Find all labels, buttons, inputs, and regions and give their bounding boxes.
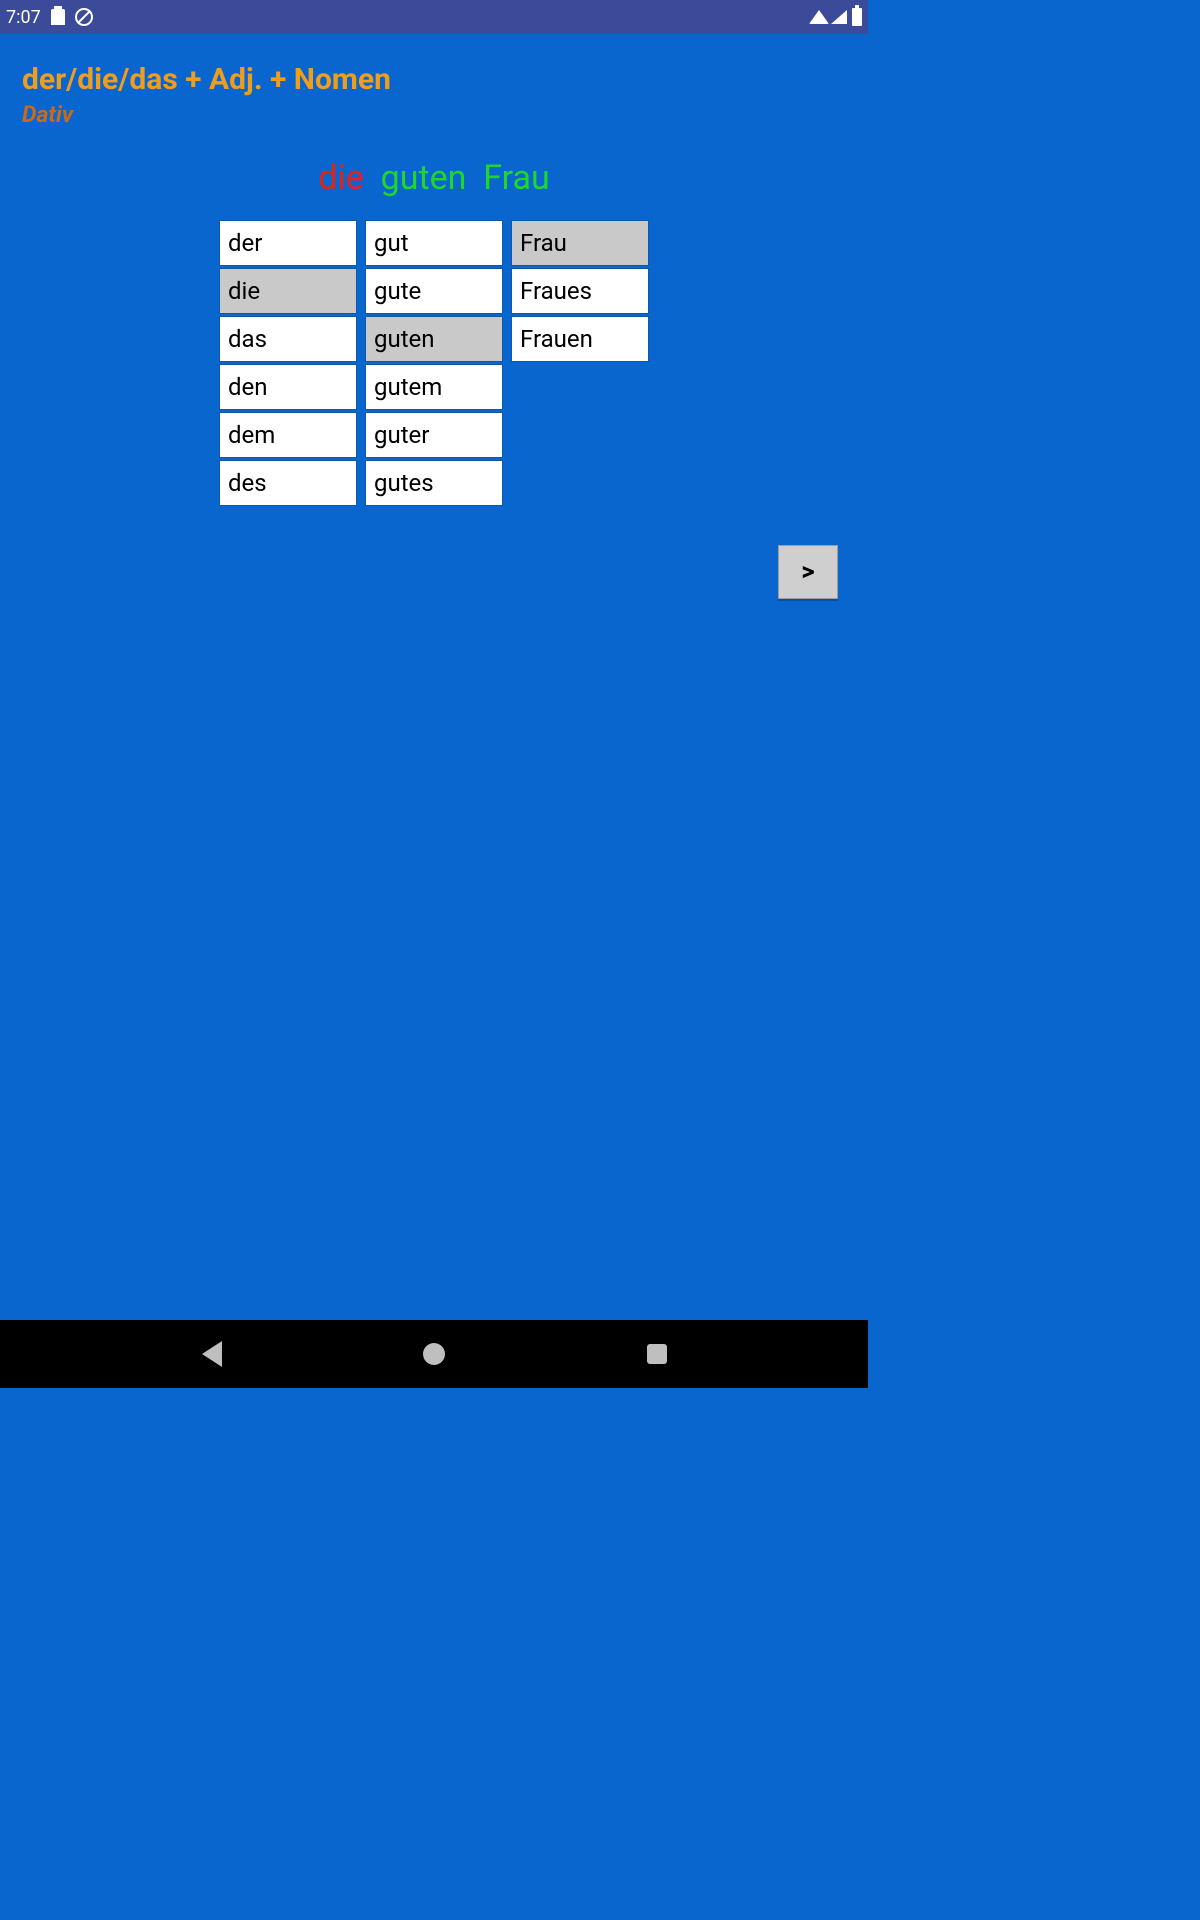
nav-home-icon[interactable] (423, 1343, 445, 1365)
choice-article-das[interactable]: das (219, 316, 357, 362)
choice-article-den[interactable]: den (219, 364, 357, 410)
choice-adjective-gutem[interactable]: gutem (365, 364, 503, 410)
choice-article-der[interactable]: der (219, 220, 357, 266)
status-right (809, 8, 862, 26)
choice-article-des[interactable]: des (219, 460, 357, 506)
wifi-icon (809, 10, 829, 24)
battery-icon (852, 8, 862, 26)
choice-adjective-guten[interactable]: guten (365, 316, 503, 362)
status-time: 7:07 (6, 7, 41, 28)
choice-article-dem[interactable]: dem (219, 412, 357, 458)
signal-icon (831, 10, 847, 24)
choice-adjective-gute[interactable]: gute (365, 268, 503, 314)
exercise-header: der/die/das + Adj. + Nomen Dativ (0, 34, 868, 128)
next-button[interactable]: > (778, 545, 838, 599)
do-not-disturb-icon (75, 8, 93, 26)
phrase-part-adjective: guten (381, 158, 467, 198)
choice-noun-frauen[interactable]: Frauen (511, 316, 649, 362)
phrase-part-article: die (318, 158, 363, 198)
choice-adjective-guter[interactable]: guter (365, 412, 503, 458)
status-left: 7:07 (6, 7, 93, 28)
choice-column-adjective: gutgutegutengutemgutergutes (365, 220, 503, 506)
choice-column-article: derdiedasdendemdes (219, 220, 357, 506)
phrase-part-noun: Frau (483, 158, 549, 198)
selected-phrase: die guten Frau (0, 158, 868, 198)
status-bar: 7:07 (0, 0, 868, 34)
exercise-subtitle: Dativ (22, 101, 846, 128)
choice-adjective-gutes[interactable]: gutes (365, 460, 503, 506)
nav-recent-icon[interactable] (647, 1344, 667, 1364)
choice-grid: derdiedasdendemdesgutgutegutengutemguter… (0, 220, 868, 506)
nav-back-icon[interactable] (202, 1341, 222, 1367)
choice-noun-frau[interactable]: Frau (511, 220, 649, 266)
choice-article-die[interactable]: die (219, 268, 357, 314)
choice-noun-fraues[interactable]: Fraues (511, 268, 649, 314)
exercise-title: der/die/das + Adj. + Nomen (22, 62, 846, 97)
choice-adjective-gut[interactable]: gut (365, 220, 503, 266)
system-nav-bar (0, 1320, 868, 1388)
sd-card-icon (51, 9, 65, 25)
choice-column-noun: FrauFrauesFrauen (511, 220, 649, 506)
